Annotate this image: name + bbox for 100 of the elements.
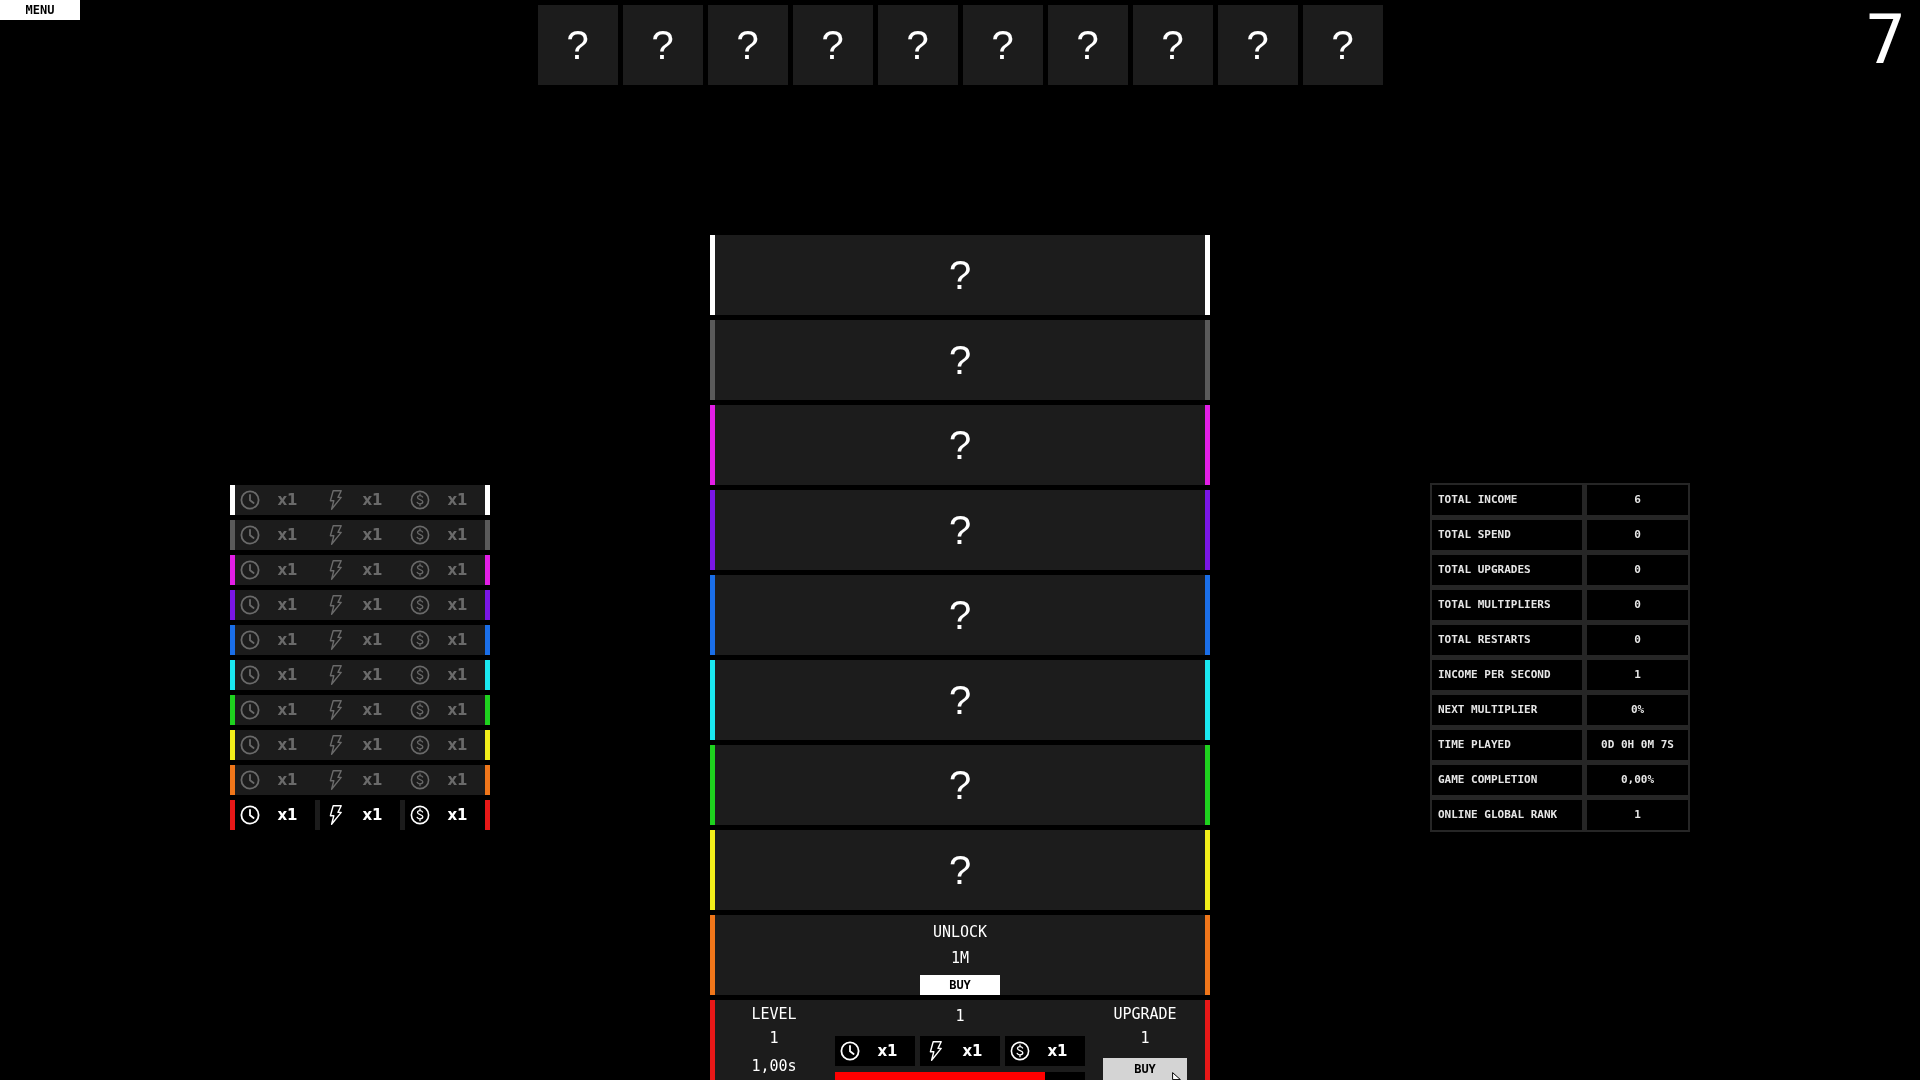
dollar-coin-icon	[410, 630, 430, 650]
lightning-bolt-icon	[328, 735, 342, 755]
clock-icon	[840, 1041, 860, 1061]
clock-icon	[240, 665, 260, 685]
lightning-bolt-icon	[328, 630, 342, 650]
stat-value: 0,00%	[1587, 765, 1688, 795]
buy-button[interactable]: BUY	[920, 975, 1000, 995]
stat-label: NEXT MULTIPLIER	[1432, 695, 1582, 725]
clock-icon	[240, 700, 260, 720]
level-label: LEVEL	[751, 1005, 797, 1023]
mystery-label: ?	[948, 425, 972, 465]
mystery-label: ?	[948, 595, 972, 635]
stat-value: 0	[1587, 590, 1688, 620]
mystery-slot: ?	[707, 5, 788, 85]
multiplier-value: x1	[361, 527, 384, 543]
multiplier-value: x1	[361, 737, 384, 753]
mystery-slot: ?	[537, 5, 618, 85]
clock-icon	[240, 735, 260, 755]
clock-icon	[240, 490, 260, 510]
dollar-coin-icon	[410, 665, 430, 685]
multiplier-value: x1	[446, 527, 469, 543]
stat-label: TOTAL UPGRADES	[1432, 555, 1582, 585]
dollar-coin-icon	[410, 595, 430, 615]
multiplier-value: x1	[361, 702, 384, 718]
clock-icon	[240, 525, 260, 545]
clock-icon	[240, 805, 260, 825]
lightning-bolt-icon	[328, 560, 342, 580]
counter-value: 7	[1865, 6, 1906, 74]
dollar-coin-icon	[1010, 1041, 1030, 1061]
multiplier-value: x1	[446, 492, 469, 508]
multiplier-value: x1	[446, 667, 469, 683]
unlock-label: UNLOCK	[932, 923, 988, 941]
menu-button[interactable]: MENU	[0, 0, 80, 20]
mystery-label: ?	[948, 680, 972, 720]
dollar-coin-icon	[410, 805, 430, 825]
multiplier-value: x1	[276, 562, 299, 578]
mystery-label: ?	[948, 340, 972, 380]
stat-label: TOTAL SPEND	[1432, 520, 1582, 550]
clock-icon	[240, 560, 260, 580]
mystery-slot: ?	[962, 5, 1043, 85]
mystery-label: ?	[948, 510, 972, 550]
mystery-slot: ?	[1302, 5, 1383, 85]
multiplier-value: x1	[276, 527, 299, 543]
multiplier-value: x1	[361, 492, 384, 508]
dollar-coin-icon	[410, 490, 430, 510]
multiplier-value: x1	[276, 737, 299, 753]
multiplier-value: x1	[276, 667, 299, 683]
multiplier-value: x1	[361, 772, 384, 788]
clock-icon	[240, 630, 260, 650]
mystery-slot: ?	[792, 5, 873, 85]
multiplier-value: x1	[276, 772, 299, 788]
mystery-slot: ?	[1047, 5, 1128, 85]
multiplier-value: x1	[446, 562, 469, 578]
multiplier-value: x1	[361, 597, 384, 613]
mystery-label: ?	[948, 255, 972, 295]
mystery-slot: ?	[1132, 5, 1213, 85]
cycle-time: 1,00s	[751, 1057, 797, 1075]
multiplier-value: x1	[446, 632, 469, 648]
multiplier-value: x1	[446, 737, 469, 753]
multiplier-value: x1	[361, 632, 384, 648]
mystery-slot: ?	[1217, 5, 1298, 85]
upgrade-label: UPGRADE	[1113, 1005, 1177, 1023]
multiplier-value: x1	[876, 1043, 899, 1059]
mystery-slot: ?	[877, 5, 958, 85]
buy-button[interactable]: BUY	[1103, 1058, 1187, 1080]
stat-value: 0	[1587, 555, 1688, 585]
multiplier-value: x1	[361, 562, 384, 578]
lightning-bolt-icon	[328, 770, 342, 790]
dollar-coin-icon	[410, 525, 430, 545]
multiplier-value: x1	[446, 807, 469, 823]
stat-label: TOTAL INCOME	[1432, 485, 1582, 515]
stat-value: 0	[1587, 520, 1688, 550]
multiplier-value: x1	[276, 807, 299, 823]
stat-label: INCOME PER SECOND	[1432, 660, 1582, 690]
multiplier-value: x1	[446, 597, 469, 613]
stat-value: 0%	[1587, 695, 1688, 725]
multiplier-value: x1	[276, 492, 299, 508]
clock-icon	[240, 770, 260, 790]
lightning-bolt-icon	[928, 1041, 942, 1061]
stat-label: TIME PLAYED	[1432, 730, 1582, 760]
unlock-cost: 1M	[950, 949, 970, 967]
mystery-label: ?	[948, 850, 972, 890]
multiplier-value: x1	[276, 597, 299, 613]
multiplier-value: x1	[961, 1043, 984, 1059]
stat-label: GAME COMPLETION	[1432, 765, 1582, 795]
stat-label: ONLINE GLOBAL RANK	[1432, 800, 1582, 830]
lightning-bolt-icon	[328, 525, 342, 545]
multiplier-value: x1	[446, 702, 469, 718]
multiplier-value: x1	[361, 807, 384, 823]
stat-value: 1	[1587, 800, 1688, 830]
dollar-coin-icon	[410, 735, 430, 755]
lightning-bolt-icon	[328, 665, 342, 685]
dollar-coin-icon	[410, 770, 430, 790]
tier-count: 1	[955, 1006, 965, 1026]
upgrade-cost: 1	[1140, 1029, 1150, 1047]
mystery-label: ?	[948, 765, 972, 805]
clock-icon	[240, 595, 260, 615]
dollar-coin-icon	[410, 560, 430, 580]
multiplier-value: x1	[276, 632, 299, 648]
mouse-pointer-icon	[1172, 1072, 1181, 1080]
